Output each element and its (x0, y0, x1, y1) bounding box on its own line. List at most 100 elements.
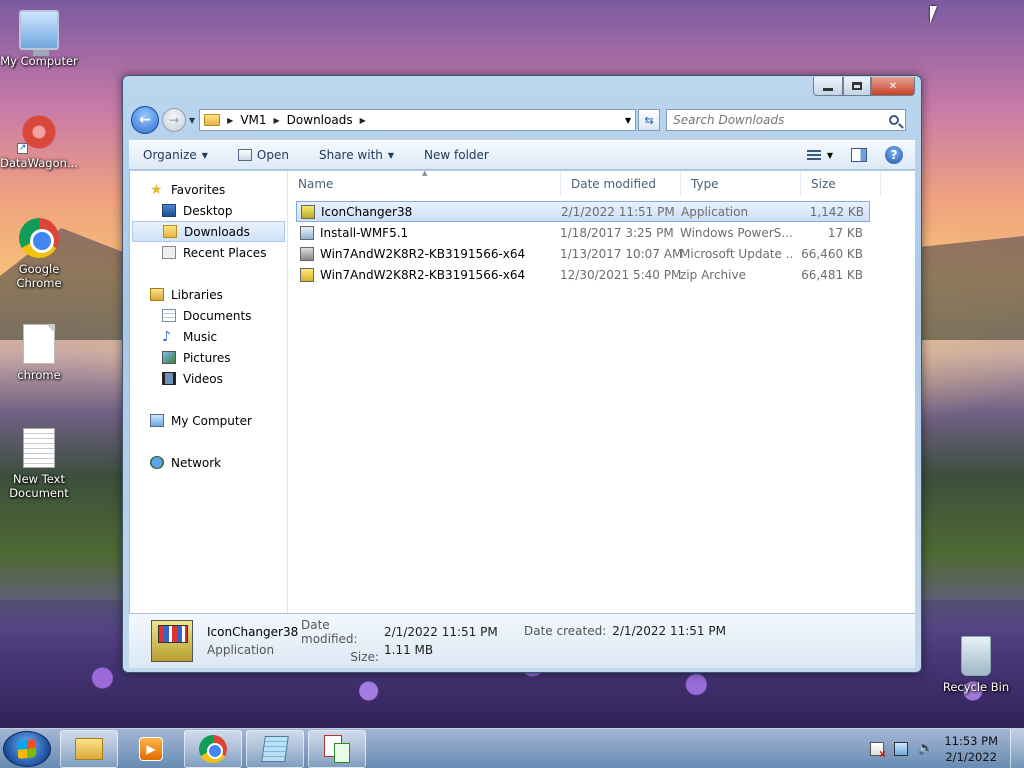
change-view-button[interactable]: ▼ (806, 150, 833, 160)
desktop-icon-label: Recycle Bin (942, 680, 1010, 694)
file-name: Win7AndW2K8R2-KB3191566-x64 (320, 246, 526, 261)
open-button[interactable]: Open (237, 148, 289, 162)
clock[interactable]: 11:53 PM 2/1/2022 (944, 733, 998, 765)
address-dropdown-icon[interactable]: ▼ (625, 116, 631, 125)
taskbar: ▶ 🔈 11:53 PM 2/1/2022 (0, 728, 1024, 768)
application-icon (301, 204, 315, 219)
network-icon[interactable] (893, 741, 908, 756)
column-header-date-modified[interactable]: Date modified (561, 171, 681, 196)
nav-videos[interactable]: Videos (130, 368, 287, 389)
column-header-type[interactable]: Type (681, 171, 801, 196)
nav-music[interactable]: ♪ Music (130, 326, 287, 347)
nav-recent-places[interactable]: Recent Places (130, 242, 287, 263)
volume-icon[interactable]: 🔈 (918, 741, 934, 756)
details-created-value: 2/1/2022 11:51 PM (612, 624, 726, 658)
start-button[interactable] (3, 731, 51, 767)
breadcrumb-downloads[interactable]: Downloads (287, 113, 353, 127)
nav-label: Documents (183, 308, 252, 323)
desktop-icon-label: New Text Document (9, 472, 69, 500)
nav-documents[interactable]: Documents (130, 305, 287, 326)
recent-pages-dropdown[interactable]: ▼ (189, 116, 195, 125)
maximize-icon (852, 82, 862, 90)
close-button[interactable]: ✕ (871, 77, 915, 96)
nav-label: My Computer (171, 413, 252, 428)
file-type: Microsoft Update ... (680, 246, 793, 261)
preview-pane-button[interactable] (851, 148, 867, 162)
back-button[interactable]: ← (131, 106, 159, 134)
nav-label: Network (171, 455, 222, 470)
shortcut-arrow-icon: ↗ (17, 143, 28, 154)
taskbar-chrome[interactable] (184, 730, 242, 768)
desktop-icon-label: Google Chrome (16, 262, 62, 290)
file-size: 66,481 KB (801, 267, 863, 282)
nav-pictures[interactable]: Pictures (130, 347, 287, 368)
taskbar-explorer[interactable] (60, 730, 118, 768)
recycle-bin-icon (961, 636, 991, 676)
search-icon[interactable] (889, 115, 900, 125)
nav-desktop[interactable]: Desktop (130, 200, 287, 221)
file-list: ▲ Name Date modified Type Size IconChange… (288, 169, 915, 613)
share-with-button[interactable]: Share with ▼ (319, 148, 394, 162)
open-icon (237, 149, 252, 161)
file-row[interactable]: Win7AndW2K8R2-KB3191566-x64 12/30/2021 5… (296, 264, 870, 285)
desktop-icon-my-computer[interactable]: My Computer (0, 10, 78, 68)
zip-archive-icon (300, 267, 314, 282)
views-icon (806, 150, 821, 160)
explorer-icon (75, 738, 103, 760)
file-row[interactable]: Install-WMF5.1 1/18/2017 3:25 PM Windows… (296, 222, 870, 243)
file-type: Application (681, 204, 749, 219)
taskbar-media-player[interactable]: ▶ (122, 730, 180, 768)
refresh-button[interactable]: ⇆ (638, 109, 661, 131)
nav-label: Favorites (171, 182, 226, 197)
breadcrumb-separator-icon[interactable]: ▶ (274, 116, 280, 125)
desktop-icon-new-text-document[interactable]: New Text Document (0, 428, 78, 500)
file-row[interactable]: IconChanger38 2/1/2022 11:51 PM Applicat… (296, 201, 870, 222)
star-icon: ★ (150, 181, 163, 198)
breadcrumb-vm1[interactable]: VM1 (240, 113, 266, 127)
nav-favorites[interactable]: ★ Favorites (130, 179, 287, 200)
nav-my-computer[interactable]: My Computer (130, 410, 287, 431)
forward-button[interactable]: → (162, 108, 186, 132)
action-center-flag-icon[interactable] (869, 741, 887, 760)
file-row[interactable]: Win7AndW2K8R2-KB3191566-x64 1/13/2017 10… (296, 243, 870, 264)
breadcrumb-separator-icon[interactable]: ▶ (227, 116, 233, 125)
search-box[interactable] (666, 109, 907, 131)
chevron-down-icon: ▼ (201, 150, 208, 160)
desktop-icon-datawagon[interactable]: ↗ DataWagon... (0, 112, 78, 170)
close-icon: ✕ (888, 80, 898, 92)
details-created: Date created: (524, 624, 606, 658)
desktop-icon-chrome-file[interactable]: chrome (0, 324, 78, 382)
new-folder-label: New folder (424, 148, 489, 162)
mouse-cursor-icon (930, 6, 944, 24)
search-input[interactable] (673, 113, 874, 127)
nav-libraries[interactable]: Libraries (130, 284, 287, 305)
minimize-button[interactable] (813, 77, 843, 96)
command-bar: Organize ▼ Open Share with ▼ New folder ▼ … (129, 140, 915, 170)
address-bar[interactable]: ▶ VM1 ▶ Downloads ▶ ▼ (199, 109, 637, 131)
sort-ascending-icon: ▲ (422, 169, 428, 177)
new-folder-button[interactable]: New folder (424, 148, 489, 162)
nav-network[interactable]: Network (130, 452, 287, 473)
column-header-size[interactable]: Size (801, 171, 881, 196)
navigation-bar: ← → ▼ ▶ VM1 ▶ Downloads ▶ ▼ ⇆ (131, 106, 913, 134)
column-header-name[interactable]: ▲ Name (288, 169, 561, 196)
explorer-window[interactable]: ✕ ← → ▼ ▶ VM1 ▶ Downloads ▶ ▼ ⇆ Organize… (122, 75, 922, 673)
help-button[interactable]: ? (885, 146, 903, 164)
column-headers: ▲ Name Date modified Type Size (288, 169, 915, 197)
nav-downloads[interactable]: Downloads (132, 221, 285, 242)
text-document-icon (23, 428, 55, 468)
taskbar-notepad[interactable] (246, 730, 304, 768)
chrome-icon (19, 218, 59, 258)
breadcrumb-separator-icon[interactable]: ▶ (360, 116, 366, 125)
desktop-icon-google-chrome[interactable]: Google Chrome (0, 218, 78, 290)
size-value: 1.11 MB (384, 643, 434, 657)
desktop-icon-label: chrome (17, 368, 61, 382)
nav-label: Videos (183, 371, 223, 386)
desktop-icon-recycle-bin[interactable]: Recycle Bin (937, 636, 1015, 694)
maximize-button[interactable] (843, 77, 871, 96)
taskbar-documents[interactable] (308, 730, 366, 768)
show-desktop-button[interactable] (1010, 729, 1024, 768)
file-size: 1,142 KB (809, 204, 864, 219)
organize-button[interactable]: Organize ▼ (143, 148, 208, 162)
